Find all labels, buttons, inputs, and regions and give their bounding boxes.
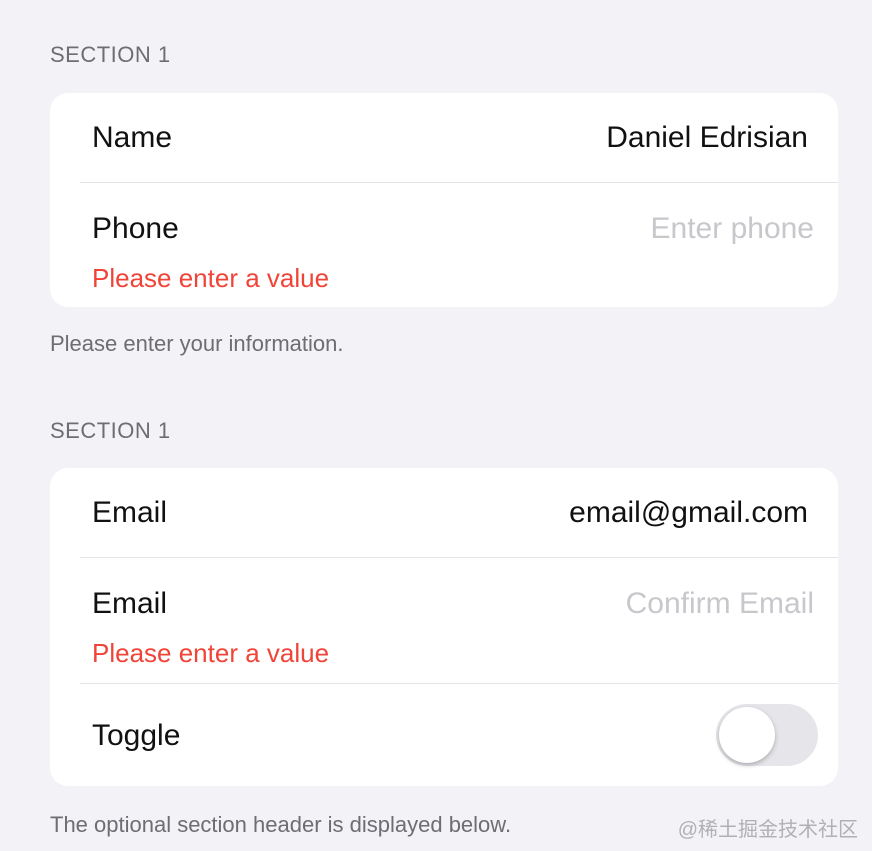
confirm-email-label: Email [92,587,168,620]
email-row[interactable]: Email email@gmail.com [50,468,838,558]
name-row[interactable]: Name Daniel Edrisian [50,93,838,183]
phone-label: Phone [92,212,179,245]
name-value[interactable]: Daniel Edrisian [606,121,808,155]
section-1-card: Name Daniel Edrisian Phone Please enter … [50,93,838,307]
phone-error-message: Please enter a value [92,263,330,293]
section-1-header: SECTION 1 [50,42,171,67]
confirm-email-error-message: Please enter a value [92,638,330,668]
name-label: Name [92,121,173,154]
email-value[interactable]: email@gmail.com [569,496,808,530]
watermark: @稀土掘金技术社区 [677,819,858,841]
toggle-row: Toggle [50,684,838,786]
confirm-email-row[interactable]: Email Please enter a value [50,558,838,683]
phone-row[interactable]: Phone Please enter a value [50,183,838,307]
toggle-switch[interactable] [716,704,818,766]
email-label: Email [92,496,168,529]
toggle-knob [719,707,775,763]
section-2-card: Email email@gmail.com Email Please enter… [50,468,838,786]
section-2-header: SECTION 1 [50,418,171,443]
confirm-email-input[interactable] [494,587,814,621]
phone-input[interactable] [494,212,814,246]
section-1-footer: Please enter your information. [50,331,344,356]
section-2-footer: The optional section header is displayed… [50,812,512,837]
settings-form-screen: SECTION 1 Name Daniel Edrisian Phone Ple… [0,0,872,851]
toggle-label: Toggle [92,719,181,752]
